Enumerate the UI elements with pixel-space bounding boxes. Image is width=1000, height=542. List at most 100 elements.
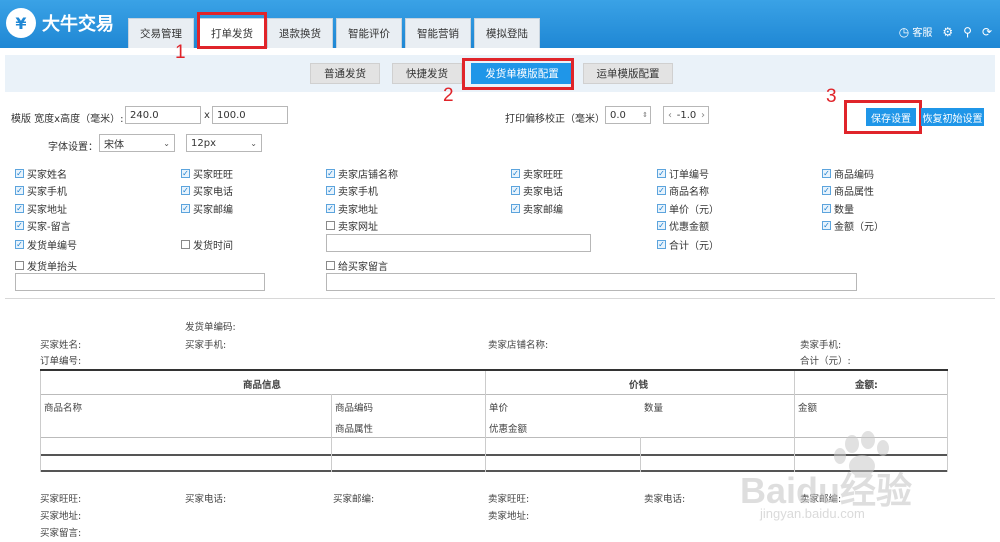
field-checkbox[interactable]: 卖家网址 bbox=[326, 218, 378, 233]
field-checkbox-label: 卖家手机 bbox=[338, 187, 378, 198]
offset-x-stepper[interactable]: 0.0 ⇕ bbox=[605, 106, 651, 124]
subtab-waybill-template[interactable]: 运单模版配置 bbox=[583, 63, 673, 84]
field-checkbox[interactable]: ✓ 卖家地址 bbox=[326, 201, 378, 216]
template-width-input[interactable]: 240.0 bbox=[125, 106, 201, 124]
app-logo[interactable]: ¥ 大牛交易 bbox=[6, 8, 114, 38]
field-checkbox-label: 合计（元） bbox=[669, 241, 719, 252]
checkbox-checked-icon[interactable]: ✓ bbox=[326, 204, 335, 213]
checkbox-checked-icon[interactable]: ✓ bbox=[15, 221, 24, 230]
field-checkbox[interactable]: ✓ 优惠金额 bbox=[657, 218, 709, 233]
checkbox-checked-icon[interactable]: ✓ bbox=[822, 221, 831, 230]
checkbox-checked-icon[interactable]: ✓ bbox=[657, 240, 666, 249]
annotation-number-1: 1 bbox=[175, 42, 186, 63]
checkbox-checked-icon[interactable]: ✓ bbox=[181, 169, 190, 178]
field-checkbox[interactable]: ✓ 买家姓名 bbox=[15, 166, 67, 181]
field-checkbox-label: 订单编号 bbox=[669, 170, 709, 181]
save-settings-button[interactable]: 保存设置 bbox=[866, 108, 916, 126]
field-checkbox-label: 单价（元） bbox=[669, 205, 719, 216]
field-checkbox[interactable]: ✓ 买家手机 bbox=[15, 183, 67, 198]
tab-refund-exchange[interactable]: 退款换货 bbox=[267, 18, 333, 48]
checkbox-checked-icon[interactable]: ✓ bbox=[657, 186, 666, 195]
checkbox-checked-icon[interactable]: ✓ bbox=[326, 169, 335, 178]
checkbox-unchecked-icon[interactable] bbox=[326, 221, 335, 230]
baidu-watermark: Baidu经验 jingyan.baidu.com bbox=[740, 430, 970, 530]
field-checkbox[interactable]: ✓ 买家地址 bbox=[15, 201, 67, 216]
checkbox-unchecked-icon[interactable] bbox=[326, 261, 335, 270]
table-col-line bbox=[331, 394, 332, 472]
font-size-select[interactable]: 12px ⌄ bbox=[186, 134, 262, 152]
font-family-select[interactable]: 宋体 ⌄ bbox=[99, 134, 175, 152]
field-checkbox[interactable]: ✓ 卖家邮编 bbox=[511, 201, 563, 216]
field-checkbox[interactable]: ✓ 订单编号 bbox=[657, 166, 709, 181]
tab-smart-marketing[interactable]: 智能营销 bbox=[405, 18, 471, 48]
field-checkbox[interactable]: 发货单抬头 bbox=[15, 258, 77, 273]
preview-shop-name: 卖家店铺名称: bbox=[488, 340, 549, 351]
field-checkbox[interactable]: ✓ 卖家旺旺 bbox=[511, 166, 563, 181]
table-cell-product-attr: 商品属性 bbox=[335, 424, 374, 435]
checkbox-checked-icon[interactable]: ✓ bbox=[657, 169, 666, 178]
logo-text: 大牛交易 bbox=[42, 14, 114, 35]
field-checkbox[interactable]: ✓ 数量 bbox=[822, 201, 854, 216]
chevron-left-icon[interactable]: ‹ bbox=[668, 110, 672, 121]
field-checkbox[interactable]: ✓ 卖家店铺名称 bbox=[326, 166, 398, 181]
checkbox-unchecked-icon[interactable] bbox=[15, 261, 24, 270]
field-checkbox-label: 卖家邮编 bbox=[523, 205, 563, 216]
checkbox-checked-icon[interactable]: ✓ bbox=[657, 204, 666, 213]
stepper-arrows-icon[interactable]: ⇕ bbox=[642, 111, 648, 119]
seller-url-input[interactable] bbox=[326, 234, 591, 252]
field-checkbox-label: 买家电话 bbox=[193, 187, 233, 198]
buyer-message-input[interactable] bbox=[326, 273, 857, 291]
field-checkbox[interactable]: ✓ 商品属性 bbox=[822, 183, 874, 198]
checkbox-checked-icon[interactable]: ✓ bbox=[181, 186, 190, 195]
checkbox-checked-icon[interactable]: ✓ bbox=[822, 169, 831, 178]
field-checkbox[interactable]: ✓ 合计（元） bbox=[657, 237, 719, 252]
reset-settings-button[interactable]: 恢复初始设置 bbox=[921, 108, 984, 126]
field-checkbox[interactable]: 给买家留言 bbox=[326, 258, 388, 273]
tab-simulate-login[interactable]: 模拟登陆 bbox=[474, 18, 540, 48]
checkbox-checked-icon[interactable]: ✓ bbox=[15, 204, 24, 213]
field-checkbox[interactable]: ✓ 卖家电话 bbox=[511, 183, 563, 198]
field-checkbox-label: 发货时间 bbox=[193, 241, 233, 252]
location-pin-icon[interactable]: ⚲ bbox=[963, 25, 972, 39]
gear-icon[interactable]: ⚙ bbox=[942, 25, 953, 39]
customer-service-link[interactable]: ◷ 客服 bbox=[899, 24, 933, 39]
chevron-right-icon[interactable]: › bbox=[701, 110, 705, 121]
field-checkbox[interactable]: ✓ 单价（元） bbox=[657, 201, 719, 216]
field-checkbox-label: 金额（元） bbox=[834, 222, 884, 233]
checkbox-checked-icon[interactable]: ✓ bbox=[326, 186, 335, 195]
field-checkbox[interactable]: ✓ 买家邮编 bbox=[181, 201, 233, 216]
template-height-input[interactable]: 100.0 bbox=[212, 106, 288, 124]
checkbox-checked-icon[interactable]: ✓ bbox=[657, 221, 666, 230]
preview-total: 合计（元）: bbox=[800, 356, 851, 367]
invoice-header-input[interactable] bbox=[15, 273, 265, 291]
subtab-normal-ship[interactable]: 普通发货 bbox=[310, 63, 380, 84]
checkbox-checked-icon[interactable]: ✓ bbox=[15, 240, 24, 249]
field-checkbox[interactable]: ✓ 买家旺旺 bbox=[181, 166, 233, 181]
checkbox-checked-icon[interactable]: ✓ bbox=[15, 186, 24, 195]
field-checkbox[interactable]: 发货时间 bbox=[181, 237, 233, 252]
checkbox-checked-icon[interactable]: ✓ bbox=[15, 169, 24, 178]
field-checkbox[interactable]: ✓ 商品名称 bbox=[657, 183, 709, 198]
field-checkbox[interactable]: ✓ 卖家手机 bbox=[326, 183, 378, 198]
checkbox-checked-icon[interactable]: ✓ bbox=[511, 186, 520, 195]
checkbox-checked-icon[interactable]: ✓ bbox=[822, 186, 831, 195]
field-checkbox[interactable]: ✓ 发货单编号 bbox=[15, 237, 77, 252]
table-cell-quantity: 数量 bbox=[644, 403, 664, 414]
field-checkbox[interactable]: ✓ 金额（元） bbox=[822, 218, 884, 233]
tab-smart-review[interactable]: 智能评价 bbox=[336, 18, 402, 48]
field-checkbox[interactable]: ✓ 买家-留言 bbox=[15, 218, 71, 233]
field-checkbox[interactable]: ✓ 商品编码 bbox=[822, 166, 874, 181]
refresh-icon[interactable]: ⟳ bbox=[982, 25, 992, 39]
field-checkbox-label: 发货单编号 bbox=[27, 241, 77, 252]
subtab-quick-ship[interactable]: 快捷发货 bbox=[392, 63, 462, 84]
checkbox-checked-icon[interactable]: ✓ bbox=[822, 204, 831, 213]
checkbox-checked-icon[interactable]: ✓ bbox=[511, 169, 520, 178]
font-settings-label: 字体设置： bbox=[48, 142, 98, 153]
field-checkbox[interactable]: ✓ 买家电话 bbox=[181, 183, 233, 198]
chevron-down-icon: ⌄ bbox=[163, 138, 170, 148]
checkbox-unchecked-icon[interactable] bbox=[181, 240, 190, 249]
field-checkbox-label: 优惠金额 bbox=[669, 222, 709, 233]
checkbox-checked-icon[interactable]: ✓ bbox=[511, 204, 520, 213]
checkbox-checked-icon[interactable]: ✓ bbox=[181, 204, 190, 213]
offset-y-stepper[interactable]: ‹ -1.0 › bbox=[663, 106, 709, 124]
